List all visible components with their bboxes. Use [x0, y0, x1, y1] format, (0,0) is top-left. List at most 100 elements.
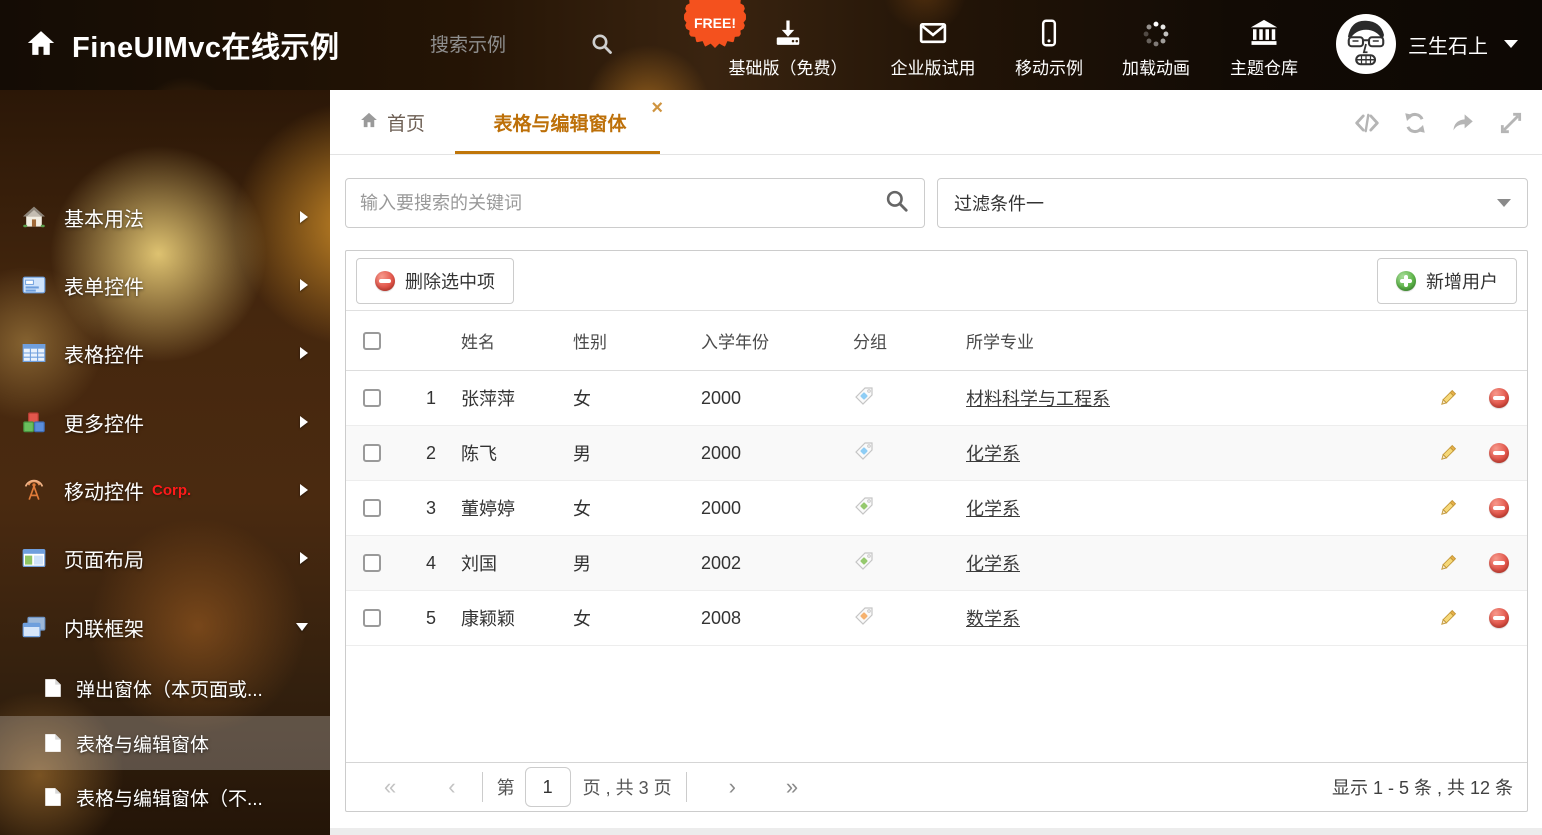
- nav-label: 主题仓库: [1204, 54, 1324, 79]
- edit-icon[interactable]: [1425, 442, 1471, 464]
- nav-loading-animation[interactable]: 加载动画: [1096, 16, 1216, 79]
- keyword-search-input[interactable]: [360, 193, 884, 214]
- avatar[interactable]: [1336, 14, 1396, 74]
- spinner-icon: [1096, 16, 1216, 48]
- row-checkbox[interactable]: [363, 389, 381, 407]
- pagination-bar: « ‹ 第 页 , 共 3 页 › » 显示 1 - 5 条 , 共 12 条: [346, 762, 1527, 811]
- sidebar-subitem-grid-edit-window[interactable]: 表格与编辑窗体: [0, 716, 330, 770]
- close-icon[interactable]: ×: [651, 98, 663, 118]
- chevron-down-icon: [1504, 40, 1518, 48]
- table-header-row: 姓名 性别 入学年份 分组 所学专业: [346, 311, 1527, 371]
- grid-toolbar: 删除选中项 新增用户: [346, 251, 1527, 311]
- major-link[interactable]: 化学系: [966, 499, 1020, 519]
- search-icon[interactable]: [884, 188, 910, 219]
- cell-name: 刘国: [436, 550, 548, 576]
- header-search[interactable]: [430, 28, 640, 64]
- search-icon[interactable]: [590, 32, 614, 61]
- user-menu[interactable]: 三生石上: [1336, 14, 1518, 74]
- nav-basic-edition[interactable]: 基础版（免费）: [728, 16, 848, 79]
- page-icon: [44, 733, 62, 753]
- add-user-button[interactable]: 新增用户: [1377, 258, 1517, 304]
- next-page-button[interactable]: ›: [729, 776, 736, 798]
- sidebar-subitem-label: 弹出窗体（本页面或...: [76, 675, 263, 702]
- table-row[interactable]: 2 陈飞 男 2000 化学系: [346, 426, 1527, 481]
- edit-icon[interactable]: [1425, 497, 1471, 519]
- edit-icon[interactable]: [1425, 387, 1471, 409]
- tab-grid-edit-window[interactable]: 表格与编辑窗体 ×: [455, 90, 665, 155]
- brand[interactable]: FineUIMvc在线示例: [26, 24, 340, 66]
- delete-icon[interactable]: [1471, 498, 1527, 518]
- major-link[interactable]: 化学系: [966, 444, 1020, 464]
- keyword-search-box[interactable]: [345, 178, 925, 228]
- delete-icon[interactable]: [1471, 608, 1527, 628]
- column-header-major[interactable]: 所学专业: [941, 328, 1425, 353]
- tab-home[interactable]: 首页: [360, 90, 425, 155]
- first-page-button[interactable]: «: [384, 776, 396, 798]
- plus-icon: [1396, 271, 1416, 291]
- sidebar-subitem-grid-edit-window-2[interactable]: 表格与编辑窗体（不...: [0, 770, 330, 824]
- major-link[interactable]: 材料科学与工程系: [966, 389, 1110, 409]
- row-number: 2: [398, 443, 436, 464]
- table-row[interactable]: 1 张萍萍 女 2000 材料科学与工程系: [346, 371, 1527, 426]
- header-search-input[interactable]: [430, 35, 590, 57]
- refresh-icon[interactable]: [1402, 110, 1428, 136]
- major-link[interactable]: 数学系: [966, 609, 1020, 629]
- column-header-gender[interactable]: 性别: [548, 328, 676, 353]
- table-empty-area: [346, 646, 1527, 762]
- app-title: FineUIMvc在线示例: [72, 24, 340, 66]
- sidebar-item-mobile-controls[interactable]: 移动控件 Corp.: [0, 456, 330, 524]
- tag-icon: [828, 440, 941, 467]
- delete-icon[interactable]: [1471, 388, 1527, 408]
- prev-page-button[interactable]: ‹: [448, 776, 455, 798]
- source-code-icon[interactable]: [1354, 110, 1380, 136]
- app-header: FineUIMvc在线示例 FREE! 基础版（免费） 企业版试用: [0, 0, 1542, 90]
- last-page-button[interactable]: »: [786, 776, 798, 798]
- sidebar-item-form-controls[interactable]: 表单控件: [0, 251, 330, 319]
- sidebar-item-label: 表格控件: [64, 339, 144, 368]
- page-label-suffix: 页 , 共 3 页: [583, 774, 672, 800]
- row-checkbox[interactable]: [363, 609, 381, 627]
- minus-icon: [375, 271, 395, 291]
- sidebar-item-basic-usage[interactable]: 基本用法: [0, 183, 330, 251]
- sidebar-item-iframe[interactable]: 内联框架: [0, 593, 330, 661]
- cell-gender: 女: [548, 495, 676, 521]
- row-checkbox[interactable]: [363, 554, 381, 572]
- expand-icon[interactable]: [1498, 110, 1524, 136]
- major-link[interactable]: 化学系: [966, 554, 1020, 574]
- sidebar-item-page-layout[interactable]: 页面布局: [0, 524, 330, 592]
- nav-theme-repo[interactable]: 主题仓库: [1204, 16, 1324, 79]
- cubes-icon: [22, 410, 46, 434]
- sidebar-item-more-controls[interactable]: 更多控件: [0, 388, 330, 456]
- delete-icon[interactable]: [1471, 553, 1527, 573]
- cell-year: 2000: [676, 388, 828, 409]
- fineui-demo-app: FineUIMvc在线示例 FREE! 基础版（免费） 企业版试用: [0, 0, 1542, 835]
- share-icon[interactable]: [1450, 110, 1476, 136]
- theme-repo-icon: [1204, 16, 1324, 48]
- table-row[interactable]: 4 刘国 男 2002 化学系: [346, 536, 1527, 591]
- select-all-checkbox[interactable]: [363, 332, 381, 350]
- nav-mobile-demo[interactable]: 移动示例: [989, 16, 1109, 79]
- column-header-group[interactable]: 分组: [828, 328, 941, 353]
- edit-icon[interactable]: [1425, 552, 1471, 574]
- cell-year: 2000: [676, 498, 828, 519]
- column-header-name[interactable]: 姓名: [436, 328, 548, 353]
- tab-toolbar: [1354, 90, 1524, 155]
- row-checkbox[interactable]: [363, 499, 381, 517]
- delete-icon[interactable]: [1471, 443, 1527, 463]
- edit-icon[interactable]: [1425, 607, 1471, 629]
- nav-enterprise-trial[interactable]: 企业版试用: [873, 16, 993, 79]
- sidebar-item-label: 移动控件: [64, 476, 144, 505]
- sidebar-subitem-popup-window[interactable]: 弹出窗体（本页面或...: [0, 661, 330, 715]
- tab-label: 表格与编辑窗体: [493, 109, 626, 136]
- cell-name: 康颖颖: [436, 605, 548, 631]
- column-header-year[interactable]: 入学年份: [676, 328, 828, 353]
- row-checkbox[interactable]: [363, 444, 381, 462]
- sidebar-subitem-child-to-parent[interactable]: 子窗口向父窗口传值: [0, 823, 330, 835]
- page-number-input[interactable]: [525, 767, 571, 807]
- filter-select[interactable]: 过滤条件一: [937, 178, 1528, 228]
- table-row[interactable]: 3 董婷婷 女 2000 化学系: [346, 481, 1527, 536]
- cell-year: 2008: [676, 608, 828, 629]
- delete-selected-button[interactable]: 删除选中项: [356, 258, 514, 304]
- table-row[interactable]: 5 康颖颖 女 2008 数学系: [346, 591, 1527, 646]
- sidebar-item-grid-controls[interactable]: 表格控件: [0, 319, 330, 387]
